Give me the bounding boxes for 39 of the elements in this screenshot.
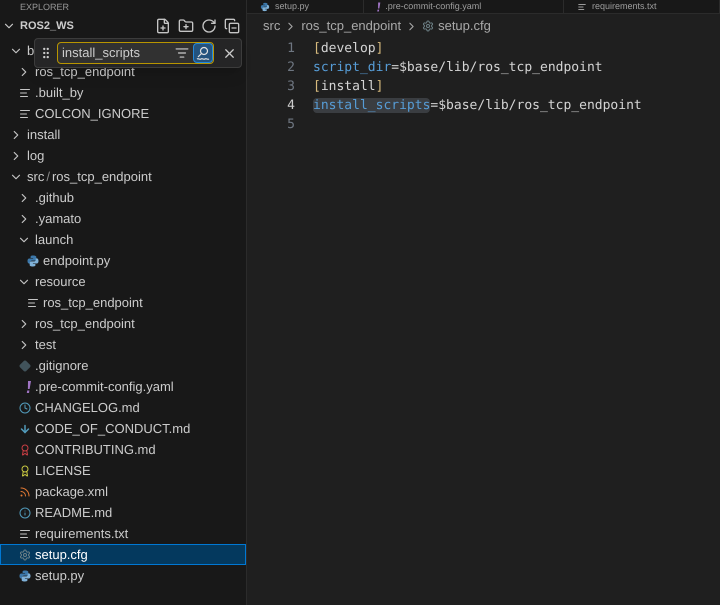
sidebar-title: EXPLORER — [20, 3, 70, 12]
file-name: CHANGELOG.md — [35, 398, 140, 417]
file-name: setup.py — [35, 566, 84, 585]
file-name: .pre-commit-config.yaml — [35, 378, 174, 396]
file-name: resource — [35, 272, 86, 291]
file-name: launch — [35, 230, 74, 249]
file-name: ros_tcp_endpoint — [43, 294, 143, 312]
file-name: log — [27, 146, 44, 165]
file-name: CONTRIBUTING.md — [35, 440, 156, 459]
line-number: 2 — [286, 58, 295, 77]
line-number: 3 — [286, 78, 295, 96]
file-name: COLCON_IGNORE — [35, 104, 150, 123]
file-name: ros_tcp_endpoint — [35, 314, 135, 333]
path-separator: / — [46, 168, 50, 186]
file-name: .built_by — [35, 84, 84, 102]
file-name: .github — [35, 188, 74, 207]
file-name: LICENSE — [35, 462, 91, 480]
code-line: [develop] — [313, 40, 384, 58]
line-number: 1 — [286, 40, 295, 58]
file-name: test — [35, 336, 56, 354]
file-name: b — [27, 42, 34, 60]
file-name: setup.cfg — [35, 546, 88, 564]
file-name: src — [27, 168, 44, 186]
file-name: package.xml — [35, 482, 108, 501]
file-name: ros_tcp_endpoint — [52, 168, 152, 186]
line-number: 4 — [286, 96, 295, 115]
file-name: .yamato — [35, 210, 82, 228]
file-name: ros_tcp_endpoint — [35, 62, 135, 81]
file-name: README.md — [35, 504, 112, 522]
code-line: [install] — [313, 78, 384, 96]
file-name: requirements.txt — [35, 524, 128, 543]
code-line: script_dir=$base/lib/ros_tcp_endpoint — [313, 58, 603, 77]
file-name: .gitignore — [35, 356, 88, 375]
code-line: install_scripts=$base/lib/ros_tcp_endpoint — [313, 96, 642, 115]
file-name: CODE_OF_CONDUCT.md — [35, 420, 190, 438]
line-number: 5 — [286, 116, 295, 134]
file-name: endpoint.py — [43, 252, 110, 270]
workspace-title: ROS2_WS — [20, 18, 74, 34]
file-name: install — [27, 126, 60, 144]
